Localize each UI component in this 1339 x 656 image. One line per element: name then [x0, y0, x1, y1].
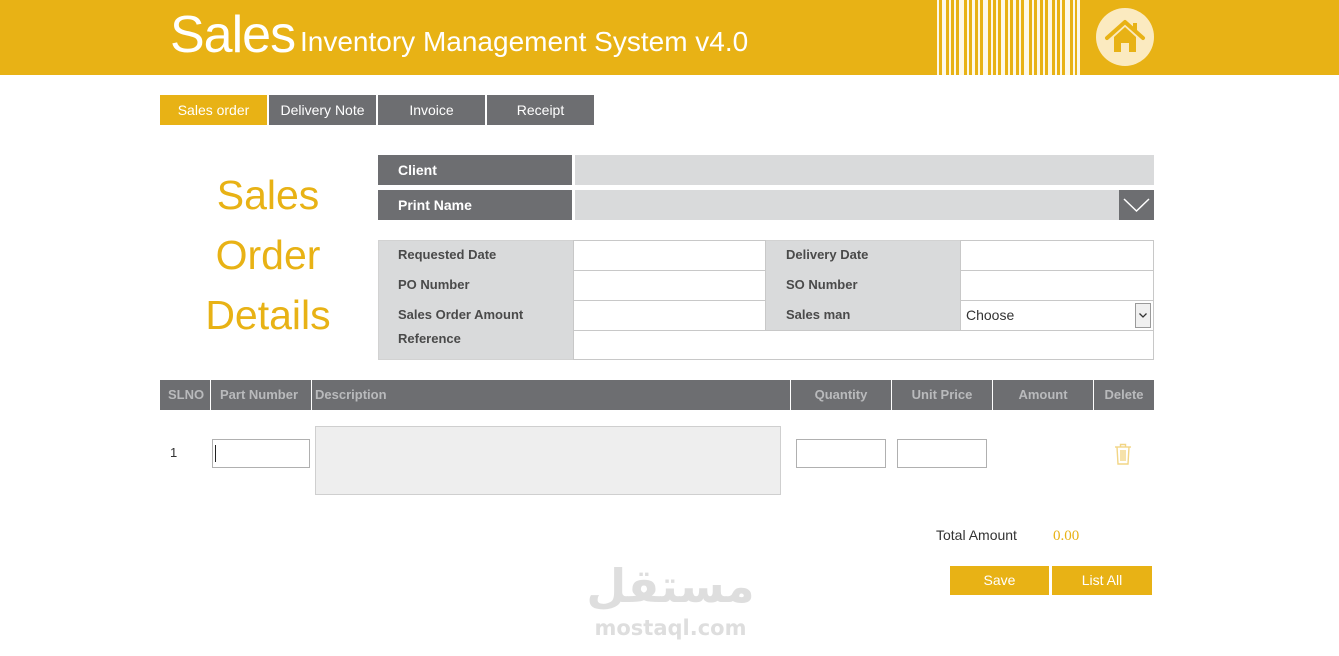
reference-label: Reference: [398, 331, 461, 346]
print-name-dropdown-button[interactable]: [1119, 190, 1154, 220]
select-arrow-button[interactable]: [1135, 303, 1151, 328]
tab-invoice[interactable]: Invoice: [378, 95, 485, 125]
client-input[interactable]: [575, 155, 1154, 185]
home-icon[interactable]: [1096, 8, 1154, 66]
tab-sales-order[interactable]: Sales order: [160, 95, 267, 125]
watermark-arabic: مستقل: [586, 559, 755, 613]
tab-receipt[interactable]: Receipt: [487, 95, 594, 125]
list-all-button[interactable]: List All: [1052, 566, 1152, 595]
total-amount-label: Total Amount: [936, 527, 1017, 543]
page-title-line: Details: [205, 292, 331, 338]
po-number-label: PO Number: [398, 277, 470, 292]
save-button[interactable]: Save: [950, 566, 1049, 595]
delete-row-button[interactable]: [1114, 443, 1132, 465]
requested-date-label: Requested Date: [398, 247, 497, 262]
client-label: Client: [378, 155, 572, 185]
page-title: Sales Order Details: [168, 165, 368, 345]
so-number-input[interactable]: [960, 270, 1154, 301]
barcode-graphic: [937, 0, 1080, 75]
requested-date-input[interactable]: [573, 240, 766, 271]
print-name-label: Print Name: [378, 190, 572, 220]
tab-delivery-note[interactable]: Delivery Note: [269, 95, 376, 125]
so-number-label: SO Number: [786, 277, 858, 292]
home-button[interactable]: [1096, 8, 1154, 66]
column-header-slno: SLNO: [160, 380, 210, 410]
row-slno: 1: [170, 445, 178, 460]
chevron-down-icon[interactable]: [1119, 190, 1154, 220]
sales-man-selected-value: Choose: [966, 307, 1015, 323]
page-title-line: Sales: [216, 172, 320, 218]
po-number-input[interactable]: [573, 270, 766, 301]
app-subtitle: Inventory Management System v4.0: [300, 26, 749, 57]
column-header-unit-price: Unit Price: [892, 380, 992, 410]
sales-order-amount-input[interactable]: [573, 300, 766, 331]
column-header-part-number: Part Number: [211, 380, 311, 410]
reference-input[interactable]: [573, 330, 1154, 360]
delivery-date-input[interactable]: [960, 240, 1154, 271]
total-amount-value: 0.00: [1053, 528, 1080, 544]
chevron-down-icon: [1139, 313, 1147, 318]
delivery-date-label: Delivery Date: [786, 247, 869, 262]
trash-icon[interactable]: [1114, 443, 1132, 465]
description-textarea[interactable]: [315, 426, 781, 495]
text-caret: [215, 445, 216, 462]
sales-man-select[interactable]: Choose: [960, 300, 1154, 331]
column-header-amount: Amount: [993, 380, 1093, 410]
print-name-input[interactable]: [575, 190, 1119, 220]
app-header: Sales Inventory Management System v4.0: [0, 0, 1339, 75]
column-header-description: Description: [312, 380, 790, 410]
unit-price-input[interactable]: [897, 439, 987, 468]
page-title-line: Order: [215, 232, 321, 278]
column-header-delete: Delete: [1094, 380, 1154, 410]
quantity-input[interactable]: [796, 439, 886, 468]
part-number-input[interactable]: [212, 439, 310, 468]
app-title: Sales: [170, 6, 296, 64]
column-header-quantity: Quantity: [791, 380, 891, 410]
sales-order-amount-label: Sales Order Amount: [398, 307, 524, 322]
sales-man-label: Sales man: [786, 307, 851, 322]
watermark-latin: mostaql.com: [594, 616, 747, 640]
